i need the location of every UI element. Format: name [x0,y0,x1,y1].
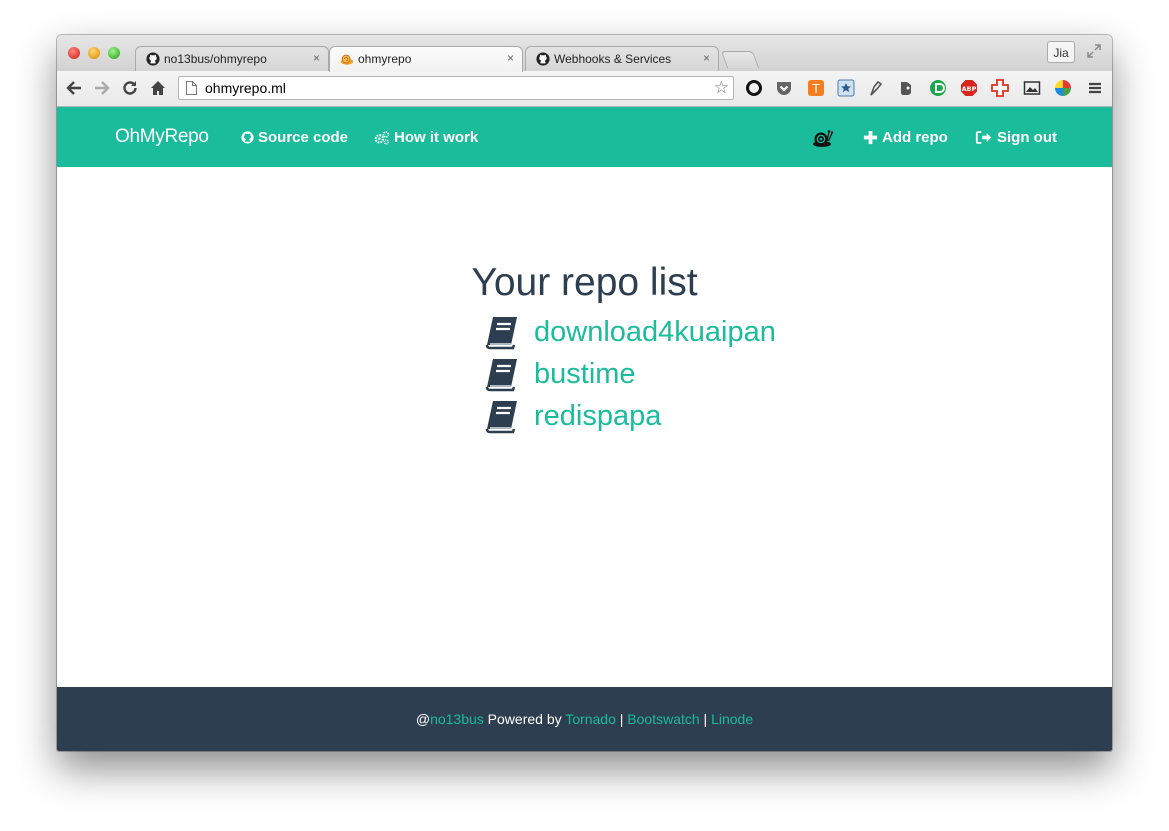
fullscreen-icon[interactable] [1086,43,1102,59]
footer-at: @ [415,711,431,727]
tab-no13bus-ohmyrepo[interactable]: no13bus/ohmyrepo × [135,46,329,71]
footer-separator: | [699,711,712,727]
tab-title: Webhooks & Services [554,52,672,66]
add-repo-link[interactable]: Add repo [863,129,948,146]
github-icon [241,131,254,144]
snail-avatar-icon[interactable] [812,127,834,149]
svg-text:ABP: ABP [962,85,977,93]
sign-out-label: Sign out [997,129,1057,146]
new-tab-button[interactable] [720,51,760,68]
home-icon[interactable] [149,79,167,97]
footer: @no13bus Powered by Tornado | Bootswatch… [57,687,1112,751]
window-minimize-button[interactable] [88,47,100,59]
page-title: Your repo list [471,261,698,305]
github-icon [146,52,160,66]
source-code-link[interactable]: Source code [241,129,348,146]
book-icon [485,359,517,392]
menu-icon[interactable] [1086,79,1104,97]
browser-window: no13bus/ohmyrepo × ohmyrepo × Webhooks &… [57,35,1112,751]
repo-list: download4kuaipan bustime redispapa [484,311,776,437]
footer-bootswatch-link[interactable]: Bootswatch [627,711,699,727]
github-icon [536,52,550,66]
color-picker-icon[interactable] [1054,79,1072,97]
top-navbar: OhMyRepo Source code How it work Add rep… [57,107,1112,167]
profile-button[interactable]: Jia [1047,41,1075,63]
translate-extension-icon[interactable]: T [807,79,825,97]
gears-icon [374,130,390,145]
footer-user-link[interactable]: no13bus [430,711,484,727]
bookmark-star-icon[interactable]: ☆ [714,78,729,98]
source-code-label: Source code [258,129,349,146]
red-cross-extension-icon[interactable] [991,79,1009,97]
repo-link[interactable]: bustime [534,358,636,391]
plus-icon [863,130,878,145]
window-close-button[interactable] [68,47,80,59]
list-item: download4kuaipan [484,311,776,353]
window-maximize-button[interactable] [108,47,120,59]
list-item: bustime [484,353,776,395]
forward-icon[interactable] [93,79,111,97]
evernote-icon[interactable] [897,79,915,97]
bookmark-extension-icon[interactable] [837,79,855,97]
adblock-plus-icon[interactable]: ABP [960,79,978,97]
brand-link[interactable]: OhMyRepo [115,126,209,148]
url-text[interactable]: ohmyrepo.ml [205,80,286,96]
tab-title: ohmyrepo [358,52,412,66]
reload-icon[interactable] [121,79,139,97]
add-repo-label: Add repo [882,129,948,146]
repo-link[interactable]: download4kuaipan [534,316,776,349]
browser-toolbar: ohmyrepo.ml ☆ T ABP [57,71,1112,107]
tab-close-icon[interactable]: × [703,51,710,65]
book-icon [485,317,517,350]
address-bar[interactable]: ohmyrepo.ml ☆ [178,76,734,100]
screenshot-extension-icon[interactable] [1023,79,1041,97]
how-it-work-link[interactable]: How it work [374,129,478,146]
footer-linode-link[interactable]: Linode [711,711,753,727]
page-content: OhMyRepo Source code How it work Add rep… [57,107,1112,751]
back-icon[interactable] [65,79,83,97]
tab-ohmyrepo[interactable]: ohmyrepo × [329,46,523,72]
pocket-icon[interactable] [775,79,793,97]
footer-tornado-link[interactable]: Tornado [565,711,616,727]
svg-text:T: T [811,82,820,96]
sign-out-link[interactable]: Sign out [975,129,1057,146]
snail-icon [340,54,354,65]
tab-title: no13bus/ohmyrepo [164,52,267,66]
pen-extension-icon[interactable] [867,79,885,97]
tab-strip: no13bus/ohmyrepo × ohmyrepo × Webhooks &… [57,35,1112,72]
sign-out-icon [975,131,992,144]
footer-powered-by: Powered by [483,711,566,727]
book-icon [485,401,517,434]
how-it-work-label: How it work [394,129,479,146]
tab-close-icon[interactable]: × [313,51,320,65]
ring-extension-icon[interactable] [745,79,763,97]
tab-webhooks-services[interactable]: Webhooks & Services × [525,46,719,71]
page-icon [186,81,197,95]
instapaper-extension-icon[interactable] [929,79,947,97]
list-item: redispapa [484,395,776,437]
footer-separator: | [615,711,628,727]
repo-link[interactable]: redispapa [534,400,661,433]
tab-close-icon[interactable]: × [507,51,514,65]
